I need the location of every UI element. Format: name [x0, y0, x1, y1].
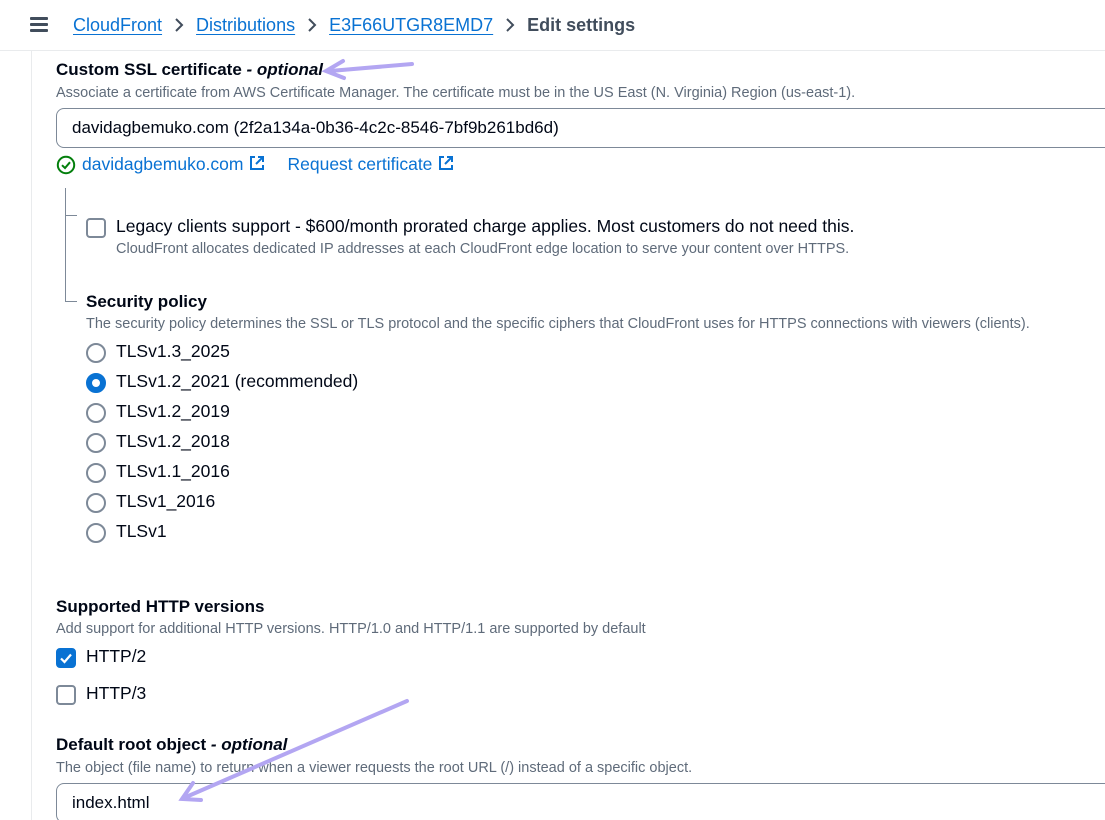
arrow-annotation-ssl	[321, 59, 414, 80]
top-bar: CloudFront Distributions E3F66UTGR8EMD7 …	[0, 0, 1105, 51]
radio-label: TLSv1	[116, 521, 167, 541]
radio-label: TLSv1.2_2019	[116, 401, 230, 421]
root-object-description: The object (file name) to return when a …	[56, 760, 693, 776]
radio-tlsv1[interactable]	[86, 523, 106, 543]
http3-checkbox[interactable]	[56, 685, 76, 705]
chevron-right-icon	[162, 17, 196, 33]
radio-label: TLSv1.2_2021 (recommended)	[116, 371, 359, 391]
ssl-links-row: davidagbemuko.com Request certificate	[56, 154, 455, 175]
ssl-title-optional: - optional	[246, 60, 324, 79]
request-certificate-label: Request certificate	[287, 154, 433, 174]
checkmark-icon	[60, 653, 72, 664]
legacy-clients-label: Legacy clients support - $600/month pror…	[116, 216, 855, 236]
tree-line	[65, 188, 66, 301]
tree-line	[65, 301, 77, 302]
radio-tlsv1-1-2016[interactable]	[86, 463, 106, 483]
radio-label: TLSv1.1_2016	[116, 461, 230, 481]
breadcrumb-distribution-id[interactable]: E3F66UTGR8EMD7	[329, 15, 493, 36]
certificate-domain-label: davidagbemuko.com	[82, 154, 244, 174]
breadcrumb-cloudfront[interactable]: CloudFront	[73, 15, 162, 36]
success-check-icon	[56, 155, 76, 174]
tree-line	[65, 215, 77, 216]
content-border	[31, 51, 32, 820]
http-versions-heading: Supported HTTP versions	[56, 597, 265, 616]
root-object-input[interactable]: index.html	[56, 783, 1105, 820]
breadcrumb: CloudFront Distributions E3F66UTGR8EMD7 …	[73, 13, 635, 37]
ssl-certificate-heading: Custom SSL certificate - optional	[56, 60, 323, 80]
http3-label: HTTP/3	[86, 683, 147, 703]
radio-tlsv1-3-2025[interactable]	[86, 343, 106, 363]
root-object-title-optional: - optional	[210, 735, 288, 754]
radio-tlsv1-2-2018[interactable]	[86, 433, 106, 453]
radio-label: TLSv1.2_2018	[116, 431, 230, 451]
root-object-title: Default root object	[56, 735, 207, 754]
http-versions-description: Add support for additional HTTP versions…	[56, 621, 646, 637]
legacy-clients-description: CloudFront allocates dedicated IP addres…	[116, 241, 850, 257]
ssl-description: Associate a certificate from AWS Certifi…	[56, 85, 856, 101]
breadcrumb-current: Edit settings	[527, 14, 636, 35]
radio-tlsv1-2016[interactable]	[86, 493, 106, 513]
legacy-clients-checkbox[interactable]	[86, 218, 106, 238]
radio-tlsv1-2-2021[interactable]	[86, 373, 106, 393]
request-certificate-link[interactable]: Request certificate	[287, 154, 455, 175]
certificate-domain-link[interactable]: davidagbemuko.com	[82, 154, 266, 175]
external-link-icon	[250, 156, 265, 170]
security-policy-description: The security policy determines the SSL o…	[86, 316, 1030, 332]
external-link-icon	[439, 156, 454, 170]
root-object-heading: Default root object - optional	[56, 735, 287, 755]
menu-icon[interactable]	[30, 17, 48, 32]
security-policy-heading: Security policy	[86, 292, 207, 311]
chevron-right-icon	[295, 17, 329, 33]
ssl-certificate-select[interactable]: davidagbemuko.com (2f2a134a-0b36-4c2c-85…	[56, 108, 1105, 148]
radio-tlsv1-2-2019[interactable]	[86, 403, 106, 423]
radio-label: TLSv1.3_2025	[116, 341, 230, 361]
ssl-title: Custom SSL certificate	[56, 60, 242, 79]
breadcrumb-distributions[interactable]: Distributions	[196, 15, 295, 36]
radio-label: TLSv1_2016	[116, 491, 216, 511]
chevron-right-icon	[493, 17, 527, 33]
http2-label: HTTP/2	[86, 646, 147, 666]
http2-checkbox[interactable]	[56, 648, 76, 668]
